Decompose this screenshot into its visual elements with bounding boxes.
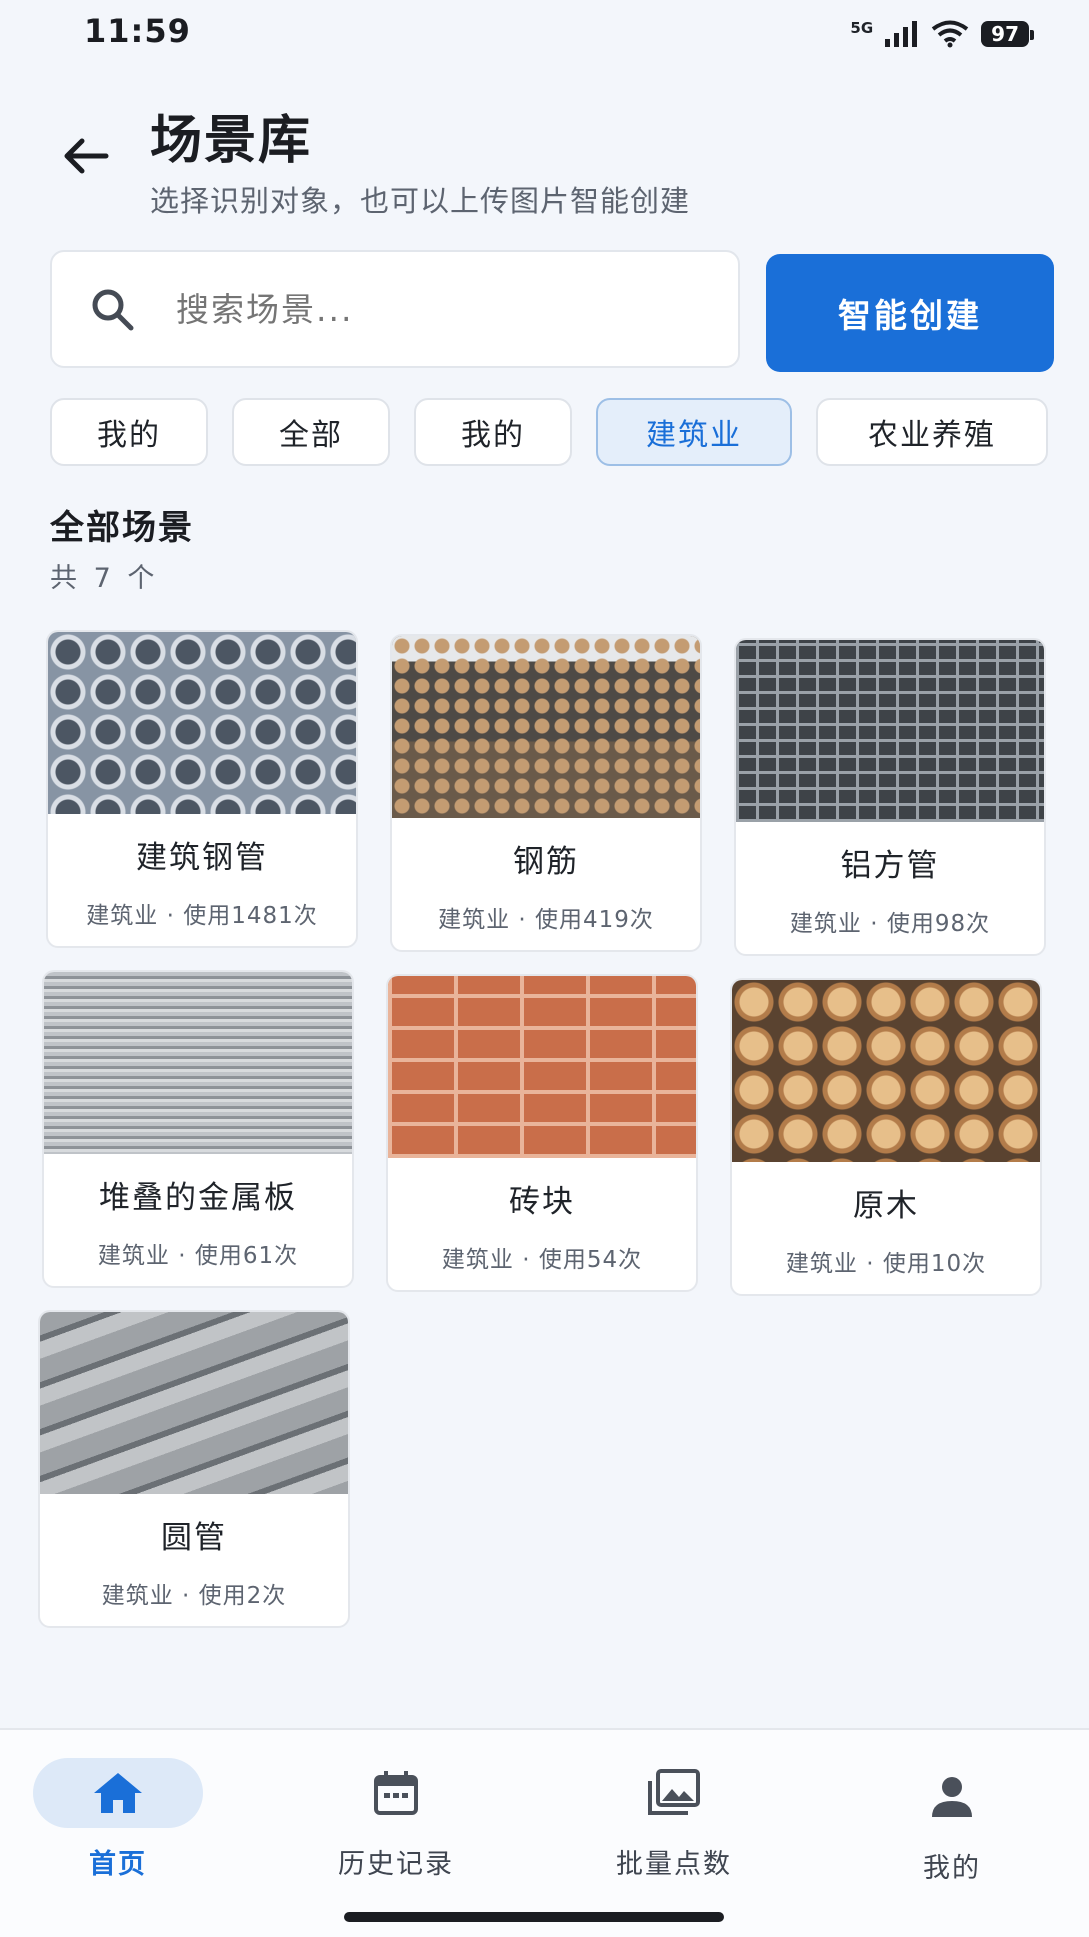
scene-meta: 建筑业 · 使用2次 xyxy=(101,1583,287,1609)
scene-name: 建筑钢管 xyxy=(136,840,268,876)
tab-label: 批量点数 xyxy=(616,1849,732,1880)
wifi-icon xyxy=(931,20,969,48)
tab-label: 我的 xyxy=(923,1853,981,1884)
page-subtitle: 选择识别对象，也可以上传图片智能创建 xyxy=(150,184,691,218)
home-icon xyxy=(94,1773,142,1813)
chip-mine-2[interactable]: 我的 xyxy=(414,398,572,466)
scene-name: 堆叠的金属板 xyxy=(99,1180,297,1216)
scene-meta: 建筑业 · 使用1481次 xyxy=(86,903,318,929)
tab-icon-container xyxy=(589,1758,759,1828)
status-time: 11:59 xyxy=(84,12,191,50)
search-icon xyxy=(92,289,134,331)
scene-meta: 建筑业 · 使用98次 xyxy=(789,911,991,937)
scene-thumbnail xyxy=(736,640,1044,822)
tab-home[interactable]: 首页 xyxy=(18,1758,218,1888)
home-indicator[interactable] xyxy=(344,1912,724,1922)
scene-card-rebar[interactable]: 钢筋 建筑业 · 使用419次 xyxy=(390,634,702,952)
scene-name: 钢筋 xyxy=(513,844,579,880)
tab-label: 历史记录 xyxy=(338,1849,454,1880)
search-box[interactable] xyxy=(50,250,740,368)
section-count: 共 7 个 xyxy=(50,563,159,594)
battery-indicator: 97 xyxy=(981,21,1034,47)
scene-meta: 建筑业 · 使用61次 xyxy=(97,1243,299,1269)
tab-label: 首页 xyxy=(89,1849,147,1880)
scene-card-round-pipe[interactable]: 圆管 建筑业 · 使用2次 xyxy=(38,1310,350,1628)
scene-name: 圆管 xyxy=(161,1520,227,1556)
status-icons: 5G 97 xyxy=(850,19,1034,48)
page-title: 场景库 xyxy=(150,111,313,171)
user-icon xyxy=(932,1777,972,1817)
scene-meta: 建筑业 · 使用10次 xyxy=(785,1251,987,1277)
scene-thumbnail xyxy=(732,980,1040,1162)
search-input[interactable] xyxy=(176,289,696,329)
bottom-tab-bar: 首页 历史记录 批量点数 我的 xyxy=(0,1728,1089,1937)
chip-all[interactable]: 全部 xyxy=(232,398,390,466)
scene-card-logs[interactable]: 原木 建筑业 · 使用10次 xyxy=(730,978,1042,1296)
network-label: 5G xyxy=(850,19,874,37)
chip-construction[interactable]: 建筑业 xyxy=(596,398,792,466)
section-title: 全部场景 xyxy=(50,508,194,548)
scene-thumbnail xyxy=(48,632,356,814)
tab-mine[interactable]: 我的 xyxy=(852,1762,1052,1892)
scene-thumbnail xyxy=(40,1312,348,1494)
scene-card-metal-sheets[interactable]: 堆叠的金属板 建筑业 · 使用61次 xyxy=(42,970,354,1288)
scene-card-bricks[interactable]: 砖块 建筑业 · 使用54次 xyxy=(386,974,698,1292)
scene-thumbnail xyxy=(388,976,696,1158)
scene-name: 原木 xyxy=(853,1188,919,1224)
scene-meta: 建筑业 · 使用54次 xyxy=(441,1247,643,1273)
scene-card-aluminum-tube[interactable]: 铝方管 建筑业 · 使用98次 xyxy=(734,638,1046,956)
smart-create-button[interactable]: 智能创建 xyxy=(766,254,1054,372)
tab-icon-container xyxy=(867,1762,1037,1832)
calendar-icon xyxy=(374,1771,418,1815)
scene-thumbnail xyxy=(392,636,700,818)
signal-icon xyxy=(885,21,918,47)
status-bar: 11:59 5G 97 xyxy=(0,0,1089,62)
back-button[interactable] xyxy=(58,128,114,184)
scene-name: 砖块 xyxy=(509,1184,575,1220)
tab-icon-container xyxy=(311,1758,481,1828)
tab-history[interactable]: 历史记录 xyxy=(296,1758,496,1888)
chip-mine[interactable]: 我的 xyxy=(50,398,208,466)
scene-thumbnail xyxy=(44,972,352,1154)
image-icon xyxy=(648,1769,700,1815)
chip-agriculture[interactable]: 农业养殖 xyxy=(816,398,1048,466)
arrow-left-icon xyxy=(64,138,109,174)
tab-icon-container xyxy=(33,1758,203,1828)
scene-name: 铝方管 xyxy=(840,848,940,884)
tab-batch-count[interactable]: 批量点数 xyxy=(574,1758,774,1888)
scene-meta: 建筑业 · 使用419次 xyxy=(438,907,654,933)
scene-card-steel-pipe[interactable]: 建筑钢管 建筑业 · 使用1481次 xyxy=(46,630,358,948)
